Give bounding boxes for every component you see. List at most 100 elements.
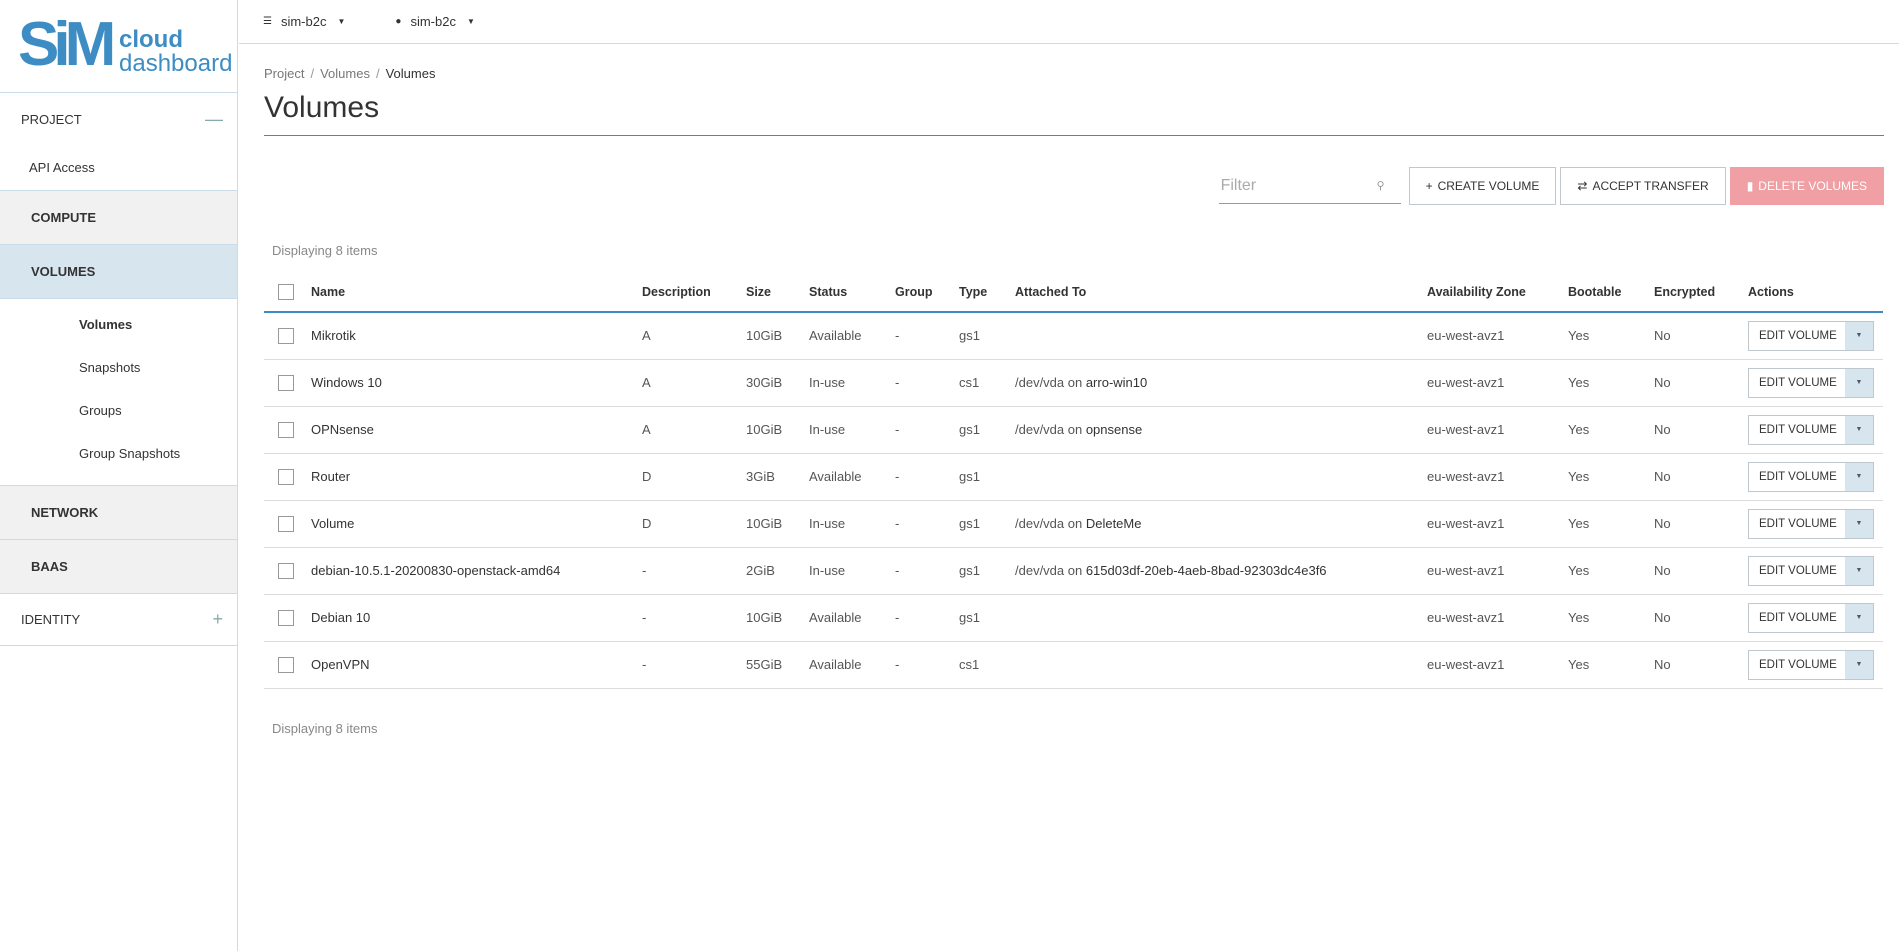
volume-name-link[interactable]: Volume [311, 500, 642, 548]
volume-name-link[interactable]: Router [311, 453, 642, 501]
edit-volume-button[interactable]: EDIT VOLUME [1749, 322, 1845, 350]
actions-dropdown-toggle[interactable]: ▼ [1845, 415, 1873, 444]
actions-dropdown-toggle[interactable]: ▼ [1845, 556, 1873, 585]
row-checkbox[interactable] [278, 468, 294, 485]
logo-text-cloud: cloud [119, 26, 183, 53]
cell-description: A [642, 406, 746, 454]
row-checkbox[interactable] [278, 562, 294, 579]
row-actions: EDIT VOLUME ▼ [1748, 555, 1874, 586]
column-header[interactable]: Type [959, 273, 1015, 313]
edit-volume-button[interactable]: EDIT VOLUME [1749, 510, 1845, 538]
sidebar: SiM cloud dashboard PROJECT — API Access… [0, 0, 238, 951]
logo-text-dashboard: dashboard [119, 50, 233, 77]
sidebar-panel-baas[interactable]: BAAS [0, 540, 237, 594]
cell-bootable: Yes [1568, 641, 1654, 689]
actions-dropdown-toggle[interactable]: ▼ [1845, 321, 1873, 350]
column-header[interactable]: Group [895, 273, 959, 313]
attached-instance-link[interactable]: opnsense [1086, 422, 1142, 437]
column-header[interactable]: Size [746, 273, 809, 313]
column-header[interactable]: Description [642, 273, 746, 313]
cell-status: In-use [809, 500, 895, 548]
cell-size: 55GiB [746, 641, 809, 689]
cell-type: gs1 [959, 312, 1015, 360]
row-checkbox[interactable] [278, 656, 294, 673]
row-actions: EDIT VOLUME ▼ [1748, 508, 1874, 539]
delete-volumes-button[interactable]: ▮ DELETE VOLUMES [1729, 167, 1884, 205]
table-row[interactable]: Debian 10-10GiB Available - gs1 eu-west-avz1… [264, 594, 1883, 642]
volume-name-link[interactable]: Mikrotik [311, 312, 642, 360]
sidebar-item-snapshots[interactable]: Snapshots [0, 346, 237, 389]
attached-instance-link[interactable]: DeleteMe [1086, 516, 1142, 531]
sidebar-item-api-access[interactable]: API Access [0, 145, 237, 191]
cell-encrypted: No [1654, 359, 1748, 407]
table-row[interactable]: OpenVPN -55GiB Available - cs1 eu-west-avz1 Ye… [264, 641, 1883, 689]
column-header[interactable]: Status [809, 273, 895, 313]
cell-group: - [895, 641, 959, 689]
table-row[interactable]: OPNsense A 10GiB In-use - gs1/dev/vda on opns… [264, 406, 1883, 454]
sidebar-section-project[interactable]: PROJECT — [0, 93, 237, 145]
row-checkbox[interactable] [278, 374, 294, 391]
edit-volume-button[interactable]: EDIT VOLUME [1749, 369, 1845, 397]
row-checkbox[interactable] [278, 609, 294, 626]
cell-availability-zone: eu-west-avz1 [1427, 594, 1568, 642]
column-header[interactable]: Bootable [1568, 273, 1654, 313]
volume-name-link[interactable]: Debian 10 [311, 594, 642, 642]
volume-name-link[interactable]: OpenVPN [311, 641, 642, 689]
table-row[interactable]: Router D 3GiB Available - gs1 eu-west-avz1 Yes N… [264, 453, 1883, 501]
create-volume-button[interactable]: + CREATE VOLUME [1408, 167, 1557, 205]
table-row[interactable]: Windows 10 A 30GiB In-use - cs1/dev/vda on ar… [264, 359, 1883, 407]
cell-attached-to [1015, 641, 1427, 689]
table-row[interactable]: Mikrotik A 10GiB Available - gs1 eu-west-avz1 Y… [264, 312, 1883, 360]
volume-name-link[interactable]: debian-10.5.1-20200830-openstack-amd64 [311, 547, 642, 595]
edit-volume-button[interactable]: EDIT VOLUME [1749, 604, 1845, 632]
item-count-footer: Displaying 8 items [272, 720, 378, 736]
cell-group: - [895, 453, 959, 501]
domain-selector[interactable]: ☰ sim-b2c ▼ [263, 14, 345, 29]
create-volume-label: CREATE VOLUME [1437, 179, 1540, 193]
cell-bootable: Yes [1568, 406, 1654, 454]
edit-volume-button[interactable]: EDIT VOLUME [1749, 557, 1845, 585]
actions-dropdown-toggle[interactable]: ▼ [1845, 462, 1873, 491]
cell-status: In-use [809, 547, 895, 595]
volume-name-link[interactable]: OPNsense [311, 406, 642, 454]
row-checkbox[interactable] [278, 421, 294, 438]
list-icon: ☰ [263, 16, 272, 27]
column-header[interactable]: Encrypted [1654, 273, 1748, 313]
table-row[interactable]: Volume D 10GiB In-use - gs1/dev/vda on Delete… [264, 500, 1883, 548]
user-selector[interactable]: ● sim-b2c ▼ [395, 14, 474, 29]
cell-type: cs1 [959, 641, 1015, 689]
accept-transfer-button[interactable]: ⇄ ACCEPT TRANSFER [1560, 167, 1726, 205]
actions-dropdown-toggle[interactable]: ▼ [1845, 509, 1873, 538]
sidebar-panel-network[interactable]: NETWORK [0, 486, 237, 540]
column-header[interactable]: Attached To [1015, 273, 1427, 313]
filter-input[interactable] [1220, 176, 1361, 195]
select-all-checkbox[interactable] [278, 284, 294, 300]
actions-dropdown-toggle[interactable]: ▼ [1845, 603, 1873, 632]
cell-bootable: Yes [1568, 359, 1654, 407]
sidebar-panel-compute[interactable]: COMPUTE [0, 191, 237, 245]
search-icon[interactable]: ⚲ [1377, 179, 1385, 192]
sidebar-panel-volumes[interactable]: VOLUMES [0, 245, 237, 299]
cell-attached-to: /dev/vda on 615d03df-20eb-4aeb-8bad-9230… [1015, 547, 1427, 595]
domain-selector-label: sim-b2c [280, 14, 327, 29]
actions-dropdown-toggle[interactable]: ▼ [1845, 650, 1873, 679]
row-checkbox[interactable] [278, 328, 294, 345]
edit-volume-button[interactable]: EDIT VOLUME [1749, 463, 1845, 491]
actions-dropdown-toggle[interactable]: ▼ [1845, 368, 1873, 397]
breadcrumb-item[interactable]: Project [264, 66, 304, 81]
edit-volume-button[interactable]: EDIT VOLUME [1749, 651, 1845, 679]
attached-instance-link[interactable]: 615d03df-20eb-4aeb-8bad-92303dc4e3f6 [1086, 563, 1327, 578]
breadcrumb-item[interactable]: Volumes [320, 66, 370, 81]
sidebar-section-identity[interactable]: IDENTITY + [0, 594, 237, 646]
column-header[interactable]: Name [311, 273, 642, 313]
table-row[interactable]: debian-10.5.1-20200830-openstack-amd64-2… [264, 547, 1883, 595]
sidebar-item-groups[interactable]: Groups [0, 389, 237, 432]
brand-logo[interactable]: SiM cloud dashboard [0, 0, 237, 93]
edit-volume-button[interactable]: EDIT VOLUME [1749, 416, 1845, 444]
sidebar-item-volumes[interactable]: Volumes [0, 303, 237, 346]
column-header[interactable]: Availability Zone [1427, 273, 1568, 313]
attached-instance-link[interactable]: arro-win10 [1086, 375, 1147, 390]
volume-name-link[interactable]: Windows 10 [311, 359, 642, 407]
row-checkbox[interactable] [278, 515, 294, 532]
sidebar-item-group-snapshots[interactable]: Group Snapshots [0, 432, 237, 475]
